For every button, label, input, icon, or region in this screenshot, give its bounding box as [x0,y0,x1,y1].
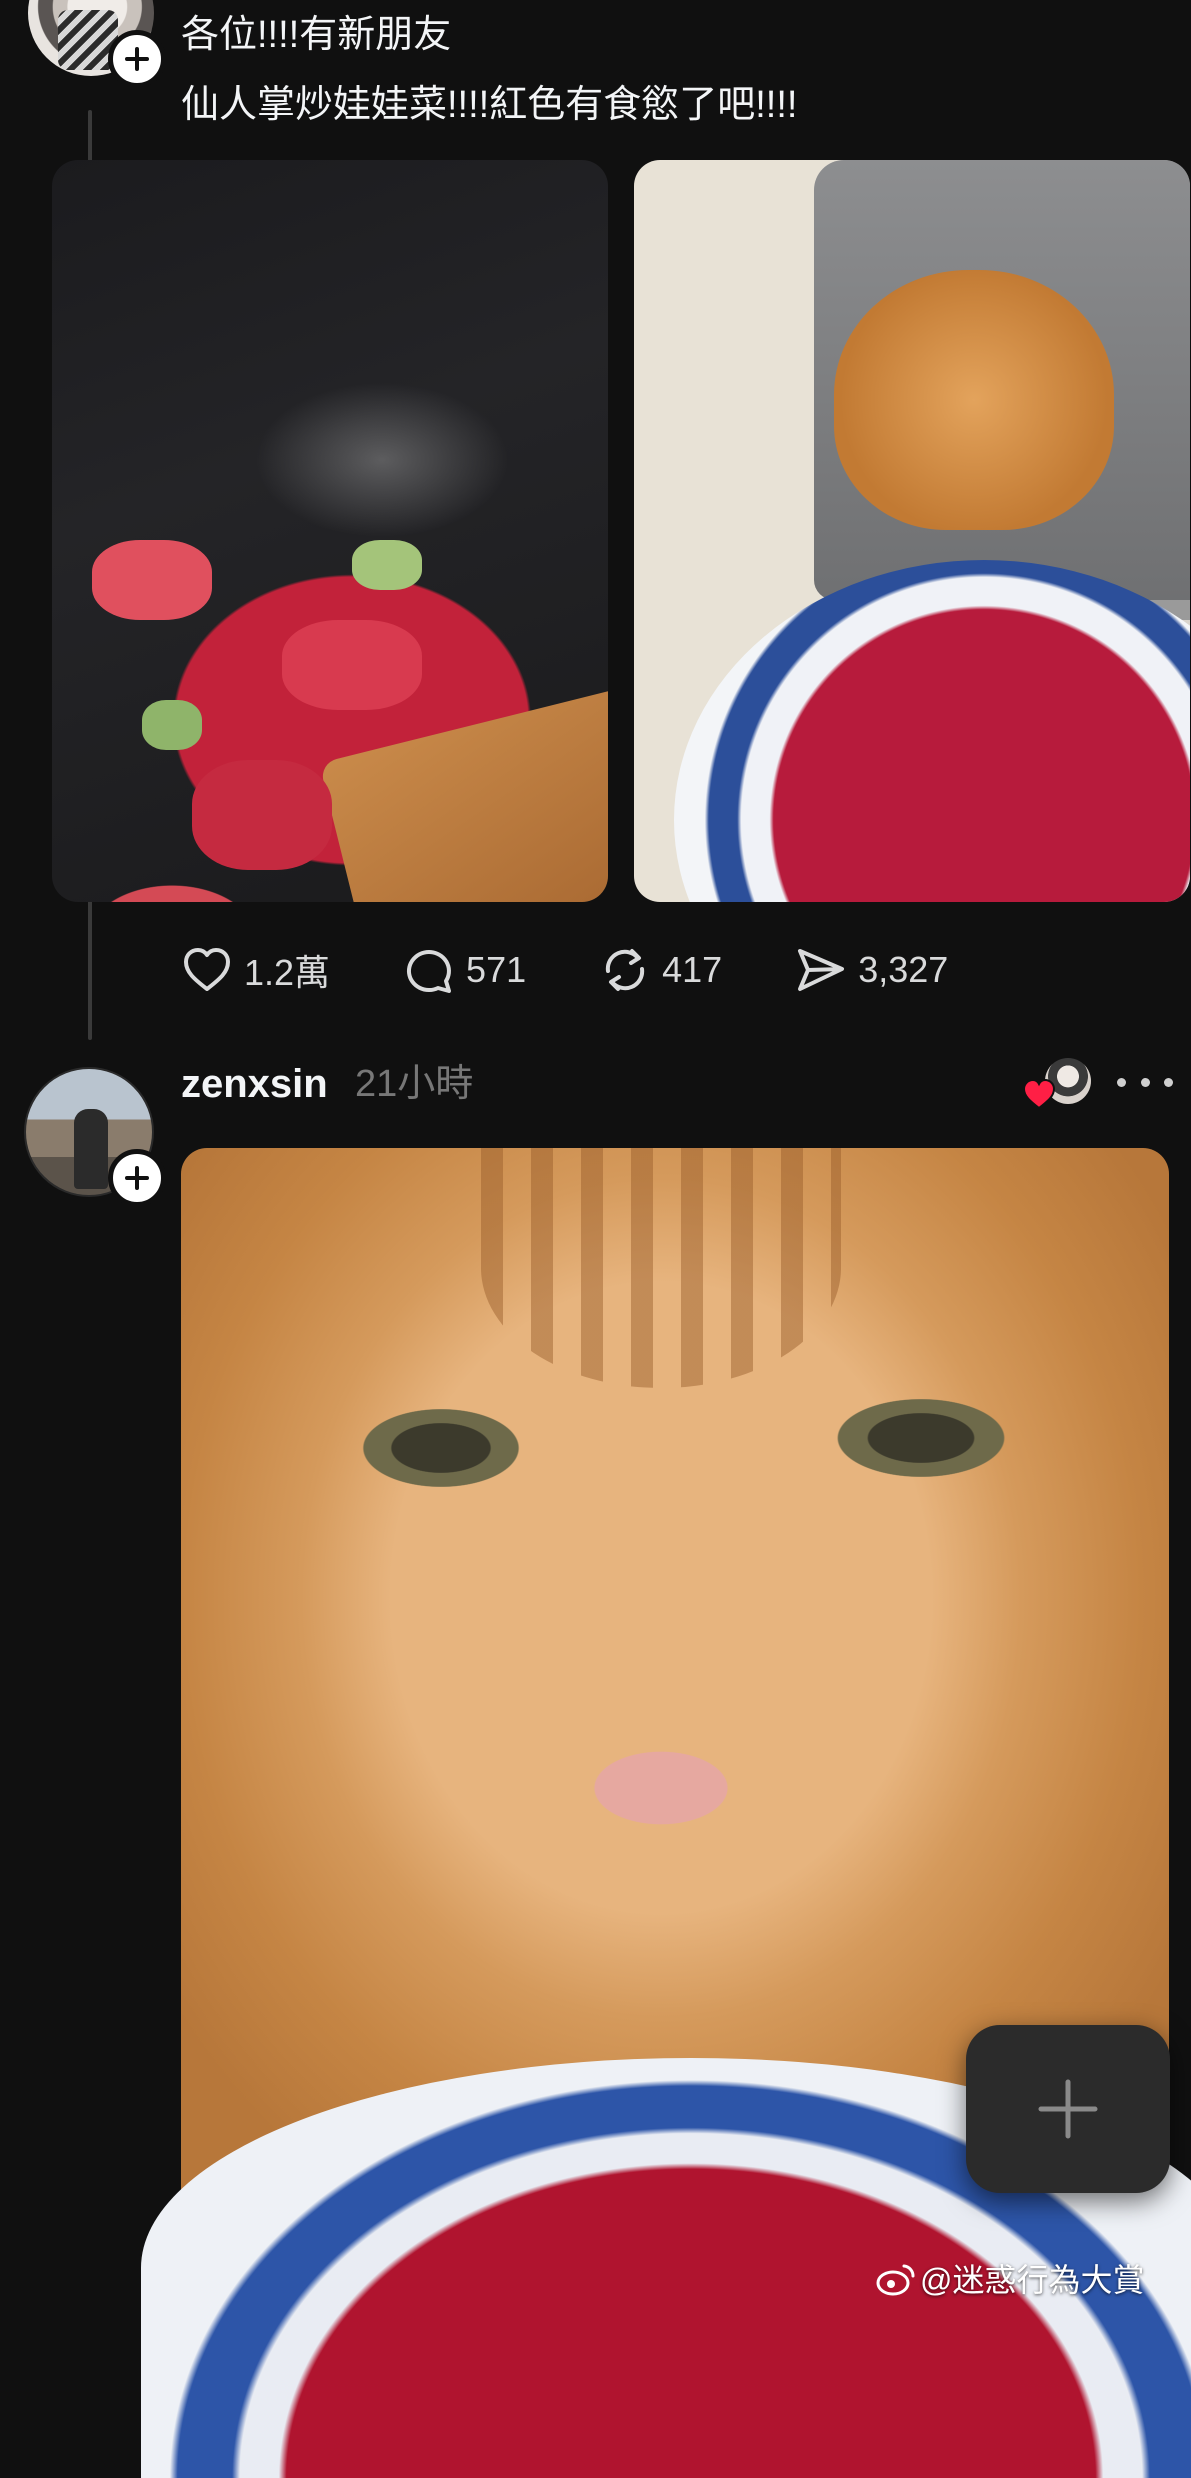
share-button[interactable]: 3,327 [794,943,948,997]
heart-icon [184,948,230,991]
wooden-spatula [319,683,608,902]
send-icon [798,949,845,991]
food-chunk [192,760,332,870]
post2-username[interactable]: zenxsin [181,1058,328,1110]
comment-count: 571 [466,949,527,990]
plus-icon [125,1166,149,1190]
cat-forehead-stripes [481,1148,841,1388]
heart-filled-icon [1022,1078,1056,1110]
post-text-line-2: 仙人掌炒娃娃菜!!!!紅色有食慾了吧!!!! [181,84,798,126]
post1-action-bar: 1.2萬 571 417 3,327 [180,940,1020,1000]
food-chunk [282,620,422,710]
new-post-button[interactable] [966,2025,1170,2193]
dot [1140,1077,1150,1087]
post-text-line-1: 各位!!!!有新朋友 [181,14,452,56]
food-chunk [352,540,422,590]
repost-button[interactable]: 417 [598,943,722,997]
cat-and-plate-photo[interactable] [634,160,1190,902]
orange-cat [834,270,1114,530]
plus-icon [1038,2079,1098,2139]
plate-of-food [674,560,1190,902]
food-chunk [92,540,212,620]
comment-button[interactable]: 571 [402,943,526,997]
stir-fry-photo[interactable] [52,160,608,902]
food-chunk [142,700,202,750]
watermark-text: @迷惑行為大賞 [920,2262,1145,2298]
repost-icon [606,949,645,991]
like-count: 1.2萬 [244,952,331,993]
dot [1117,1077,1126,1087]
follow-plus-button[interactable] [108,1149,166,1207]
plus-icon [125,47,149,71]
like-button[interactable]: 1.2萬 [180,943,330,997]
post2-timestamp: 21小時 [355,1063,474,1105]
dot [1164,1077,1173,1087]
weibo-logo-icon [876,2264,915,2296]
repost-count: 417 [662,949,723,990]
more-options-icon[interactable] [1117,1064,1173,1100]
share-count: 3,327 [858,949,949,990]
follow-plus-button[interactable] [108,30,166,88]
comment-icon [407,950,452,993]
avatar-person [74,1109,108,1189]
